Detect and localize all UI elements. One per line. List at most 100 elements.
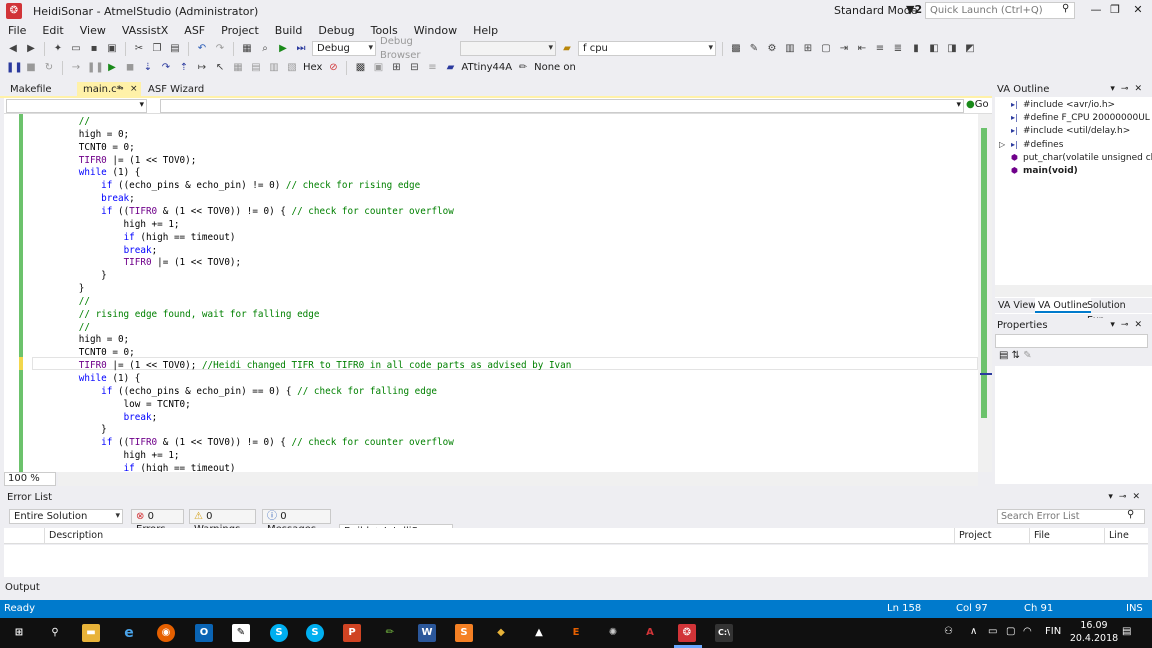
code-line[interactable]: // rising edge found, wait for falling e…: [34, 308, 320, 321]
properties-icon[interactable]: ⊞: [801, 42, 815, 56]
code-line[interactable]: high = 0;: [34, 333, 129, 346]
display-icon[interactable]: ▢: [1006, 626, 1015, 637]
indent-icon[interactable]: ⇥: [837, 42, 851, 56]
window-icon[interactable]: ▢: [819, 42, 833, 56]
battery-icon[interactable]: ▭: [988, 626, 997, 637]
outline-item[interactable]: ⬢ put_char(volatile unsigned cha: [995, 151, 1152, 164]
outlook-icon[interactable]: O: [195, 624, 213, 642]
error-search-input[interactable]: Search Error List: [997, 509, 1145, 524]
processor-icon[interactable]: ▣: [371, 61, 385, 75]
platform-select[interactable]: [460, 41, 556, 56]
people-icon[interactable]: ⚇: [944, 626, 953, 637]
clock-date[interactable]: 20.4.2018: [1068, 633, 1120, 644]
menu-build[interactable]: Build: [267, 23, 311, 39]
code-line[interactable]: high += 1;: [34, 449, 180, 462]
code-line[interactable]: break;: [34, 411, 158, 424]
messages-filter-button[interactable]: ⓘ 0 Messages: [262, 509, 331, 535]
chip-icon[interactable]: ▰: [443, 61, 457, 75]
code-line[interactable]: break;: [34, 192, 135, 205]
sublime-text-icon[interactable]: S: [455, 624, 473, 642]
menu-file[interactable]: File: [0, 23, 34, 39]
powerpoint-icon[interactable]: P: [343, 624, 361, 642]
next-bookmark-icon[interactable]: ◨: [945, 42, 959, 56]
code-line[interactable]: }: [34, 269, 107, 282]
configuration-select[interactable]: Debug: [312, 41, 376, 56]
command-prompt-icon[interactable]: C:\: [715, 624, 733, 642]
watch-icon[interactable]: ▥: [267, 61, 281, 75]
programmer-icon[interactable]: ⊟: [407, 61, 421, 75]
windows-start-icon[interactable]: ⊞: [10, 624, 28, 642]
outdent-icon[interactable]: ⇤: [855, 42, 869, 56]
wifi-icon[interactable]: ◠: [1023, 626, 1032, 637]
error-scope-select[interactable]: Entire Solution: [9, 509, 123, 524]
code-line[interactable]: if (high == timeout): [34, 231, 236, 244]
va-outline-scrollbar[interactable]: [995, 285, 1152, 297]
step-out-icon[interactable]: ⇡: [177, 61, 191, 75]
standard-mode-label[interactable]: Standard Mode: [834, 4, 918, 17]
prev-bookmark-icon[interactable]: ◧: [927, 42, 941, 56]
code-line[interactable]: //: [34, 115, 90, 128]
clear-bookmarks-icon[interactable]: ◩: [963, 42, 977, 56]
code-editor[interactable]: // high = 0; TCNT0 = 0; TIFR0 |= (1 << T…: [4, 114, 978, 472]
back-icon[interactable]: ◀: [6, 42, 20, 56]
tab-makefile[interactable]: Makefile: [4, 82, 74, 97]
find-in-files-icon[interactable]: ▰: [560, 42, 574, 56]
code-line[interactable]: }: [34, 423, 107, 436]
acrobat-icon[interactable]: A: [641, 624, 659, 642]
skype-business-icon[interactable]: S: [270, 624, 288, 642]
code-line[interactable]: if ((echo_pins & echo_pin) == 0) { // ch…: [34, 385, 437, 398]
solution-explorer-icon[interactable]: ▥: [783, 42, 797, 56]
alphabetical-icon[interactable]: ⇅: [1012, 350, 1020, 361]
tab-solution-explorer[interactable]: Solution Exp...: [1084, 298, 1152, 326]
keyboard-language[interactable]: FIN: [1045, 626, 1061, 637]
code-line[interactable]: //: [34, 321, 90, 334]
panel-controls-icon[interactable]: ▾⊸✕: [1108, 490, 1146, 505]
outline-item[interactable]: ▸| #define F_CPU 20000000UL //H: [995, 111, 1152, 124]
search-icon[interactable]: ⚲: [46, 624, 64, 642]
step-over-icon[interactable]: ↷: [159, 61, 173, 75]
device-icon[interactable]: ⊞: [389, 61, 403, 75]
uncomment-icon[interactable]: ≣: [891, 42, 905, 56]
restore-button[interactable]: ❐: [1104, 2, 1126, 18]
quick-launch-input[interactable]: Quick Launch (Ctrl+Q): [925, 2, 1075, 19]
menu-edit[interactable]: Edit: [34, 23, 71, 39]
menu-project[interactable]: Project: [213, 23, 267, 39]
column-description[interactable]: Description: [44, 528, 103, 544]
file-explorer-icon[interactable]: ▬: [82, 624, 100, 642]
warnings-filter-button[interactable]: ⚠ 0 Warnings: [189, 509, 256, 535]
comment-icon[interactable]: ≡: [873, 42, 887, 56]
code-line[interactable]: if (high == timeout): [34, 462, 236, 472]
photos-icon[interactable]: ▲: [530, 624, 548, 642]
menu-debug[interactable]: Debug: [310, 23, 362, 39]
code-line[interactable]: //: [34, 295, 90, 308]
outline-item[interactable]: ⬢ main(void): [995, 164, 1152, 177]
run-to-cursor-icon[interactable]: ↦: [195, 61, 209, 75]
tray-expand-icon[interactable]: ∧: [970, 626, 977, 637]
code-line[interactable]: if ((TIFR0 & (1 << TOV0)) != 0) { // che…: [34, 436, 454, 449]
device-programming-icon[interactable]: ▩: [729, 42, 743, 56]
reset-icon[interactable]: ◼: [123, 61, 137, 75]
code-line[interactable]: TIFR0 |= (1 << TOV0); //Heidi changed TI…: [34, 359, 572, 372]
stop-icon[interactable]: ■: [24, 61, 38, 75]
atmel-studio-taskbar-icon[interactable]: ❂: [678, 624, 696, 642]
action-center-icon[interactable]: ▤: [1122, 626, 1131, 637]
menu-help[interactable]: Help: [465, 23, 506, 39]
code-line[interactable]: TIFR0 |= (1 << TOV0);: [34, 154, 197, 167]
forward-icon[interactable]: ▶: [24, 42, 38, 56]
find-combo[interactable]: f cpu: [578, 41, 716, 56]
word-icon[interactable]: W: [418, 624, 436, 642]
scope-dropdown[interactable]: [6, 99, 147, 113]
device-selector[interactable]: ATtiny44A: [461, 61, 512, 75]
code-line[interactable]: while (1) {: [34, 166, 141, 179]
run-icon[interactable]: ▶: [105, 61, 119, 75]
output-tab[interactable]: Output: [0, 581, 1152, 599]
save-icon[interactable]: ▪: [87, 42, 101, 56]
column-line[interactable]: Line: [1104, 528, 1129, 544]
code-line[interactable]: if ((TIFR0 & (1 << TOV0)) != 0) { // che…: [34, 205, 454, 218]
code-line[interactable]: high += 1;: [34, 218, 180, 231]
zoom-level-select[interactable]: 100 %: [4, 472, 56, 486]
panel-controls-icon[interactable]: ▾⊸✕: [1110, 318, 1148, 333]
code-line[interactable]: TCNT0 = 0;: [34, 141, 135, 154]
output-icon[interactable]: ≡: [425, 61, 439, 75]
outline-item[interactable]: ▸| #include <avr/io.h>: [995, 98, 1152, 111]
